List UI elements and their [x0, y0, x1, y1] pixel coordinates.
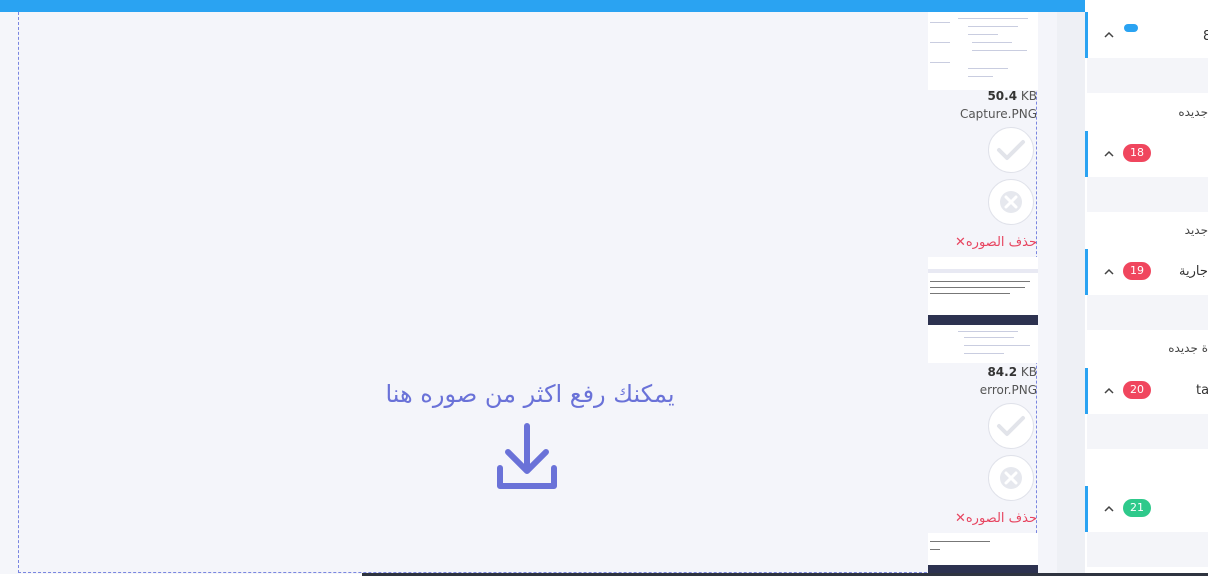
remove-icon: ✕ [954, 235, 966, 250]
count-badge: 18 [1123, 144, 1151, 162]
sidebar-subpanel [1087, 177, 1208, 212]
sidebar-caption: جديد [1184, 223, 1208, 237]
chevron-up-icon[interactable] [1103, 148, 1115, 160]
error-mark [988, 179, 1034, 225]
file-thumbnail [928, 533, 1038, 573]
sidebar-subpanel [1087, 414, 1208, 449]
success-mark [988, 403, 1034, 449]
sidebar-subpanel [1087, 532, 1208, 567]
sidebar-caption: جديده [1178, 105, 1208, 119]
sidebar-item-label: ta [1196, 383, 1208, 398]
status-badge [1124, 24, 1138, 32]
sidebar-subpanel [1087, 295, 1208, 330]
dropzone-message: يمكنك رفع اكثر من صوره هنا [385, 380, 675, 408]
top-accent-bar [0, 0, 1085, 12]
chevron-up-icon[interactable] [1103, 29, 1115, 41]
chevron-up-icon[interactable] [1103, 266, 1115, 278]
success-mark [988, 127, 1034, 173]
file-thumbnail [928, 12, 1038, 90]
file-size: 84.2 KB [987, 365, 1037, 379]
remove-file-link[interactable]: حذف الصوره✕ [955, 511, 1037, 526]
chevron-up-icon[interactable] [1103, 503, 1115, 515]
count-badge: 21 [1123, 499, 1151, 517]
sidebar-item-label: جارية [1179, 264, 1208, 279]
file-thumbnail [928, 257, 1038, 363]
error-mark [988, 455, 1034, 501]
file-name: Capture.PNG [959, 107, 1037, 121]
count-badge: 19 [1123, 262, 1151, 280]
remove-file-link[interactable]: حذف الصوره✕ [955, 235, 1037, 250]
file-name: error.PNG [979, 383, 1037, 397]
check-icon [997, 140, 1025, 160]
download-icon [497, 423, 557, 489]
gutter [1057, 12, 1085, 574]
file-size: 50.4 KB [987, 89, 1037, 103]
count-badge: 20 [1123, 381, 1151, 399]
remove-icon: ✕ [954, 511, 966, 526]
sidebar-caption: ة جديده [1168, 341, 1208, 355]
sidebar-subpanel [1087, 58, 1208, 93]
check-icon [997, 416, 1025, 436]
x-circle-icon [1000, 191, 1022, 213]
x-circle-icon [1000, 467, 1022, 489]
sidebar-item-label: 8 [1203, 29, 1208, 44]
preview-strip [1038, 12, 1057, 574]
chevron-up-icon[interactable] [1103, 385, 1115, 397]
